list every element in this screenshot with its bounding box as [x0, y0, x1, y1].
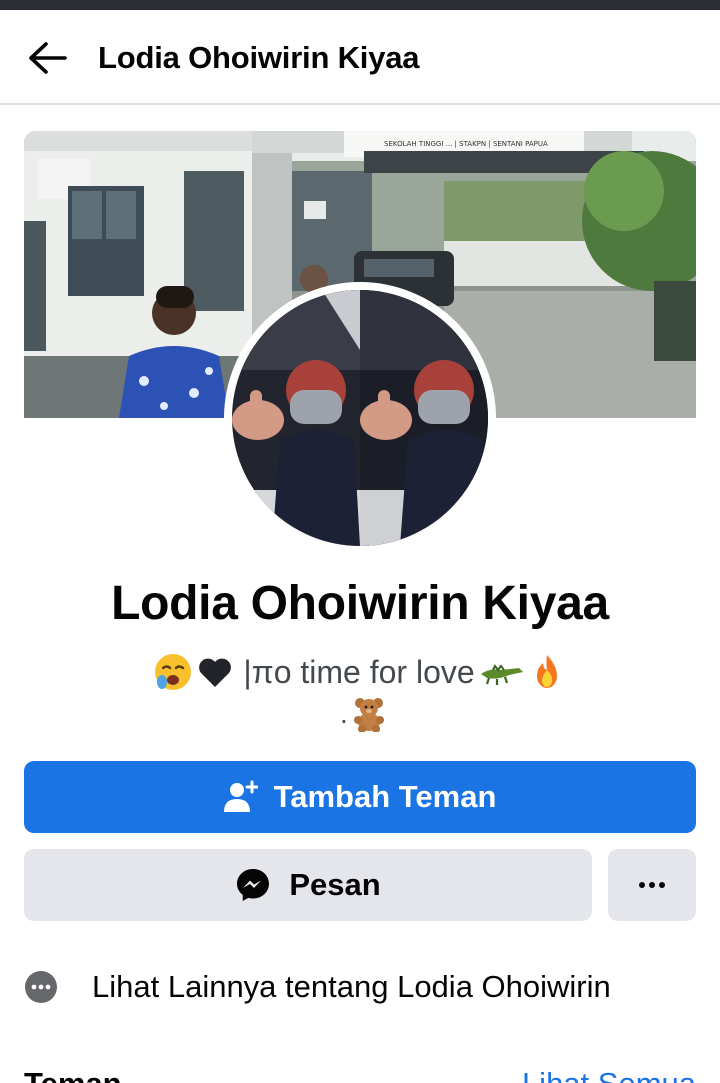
- page-title: Lodia Ohoiwirin Kiyaa: [98, 40, 420, 75]
- profile-name: Lodia Ohoiwirin Kiyaa: [111, 577, 609, 630]
- bio-line-2: .: [340, 692, 386, 736]
- teddy-bear-icon: [353, 698, 384, 732]
- messenger-icon: [237, 869, 270, 901]
- avatar[interactable]: [232, 290, 488, 546]
- top-bar: Lodia Ohoiwirin Kiyaa: [0, 10, 720, 105]
- friends-section-title: Teman: [24, 1064, 122, 1083]
- see-all-friends-link[interactable]: Lihat Semua: [522, 1064, 696, 1083]
- cover-sign-text: SEKOLAH TINGGI ... | STAKPN | SENTANI PA…: [384, 140, 548, 148]
- profile-picture: [232, 290, 488, 546]
- message-button[interactable]: Pesan: [24, 849, 592, 921]
- see-more-about-row[interactable]: Lihat Lainnya tentang Lodia Ohoiwirin: [24, 960, 696, 1014]
- message-label: Pesan: [289, 867, 381, 902]
- add-friend-button[interactable]: Tambah Teman: [24, 761, 696, 833]
- status-bar: [0, 0, 720, 10]
- back-button[interactable]: [24, 36, 70, 80]
- more-options-button[interactable]: [608, 849, 696, 921]
- crocodile-icon: [480, 664, 523, 685]
- yawning-face-icon: [155, 654, 192, 690]
- more-dots-icon: [639, 882, 665, 888]
- bio-line-1: |πo time for love: [0, 650, 720, 694]
- bio-text: |πo time for love: [243, 654, 475, 690]
- add-friend-icon: [223, 780, 258, 812]
- arrow-left-icon: [29, 42, 67, 74]
- add-friend-label: Tambah Teman: [273, 779, 497, 814]
- bio-dot: .: [340, 698, 348, 729]
- see-more-label: Lihat Lainnya tentang Lodia Ohoiwirin: [92, 969, 611, 1004]
- more-circle-icon: [25, 971, 57, 1003]
- black-heart-icon: [199, 658, 232, 687]
- fire-icon: [536, 655, 557, 688]
